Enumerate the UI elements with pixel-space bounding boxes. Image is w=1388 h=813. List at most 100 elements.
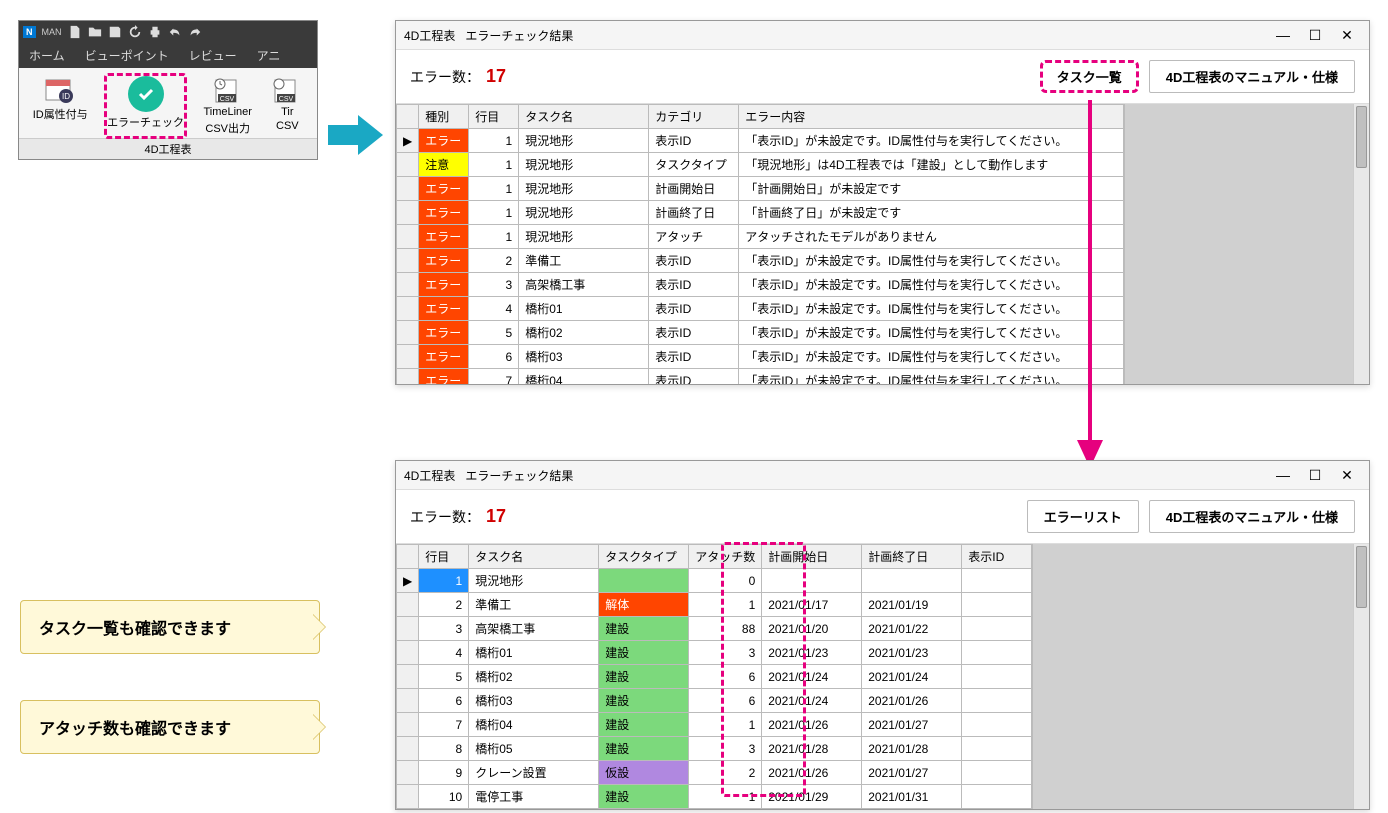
table-row[interactable]: エラー2準備工表示ID「表示ID」が未設定です。ID属性付与を実行してください。 — [397, 249, 1124, 273]
table-row[interactable]: 3高架橋工事建設882021/01/202021/01/22 — [397, 617, 1032, 641]
table-row[interactable]: 8橋桁05建設32021/01/282021/01/28 — [397, 737, 1032, 761]
open-folder-icon[interactable] — [88, 25, 102, 39]
table-row[interactable]: 9クレーン設置仮設22021/01/262021/01/27 — [397, 761, 1032, 785]
row-num-cell: 1 — [469, 201, 519, 225]
manual-button[interactable]: 4D工程表のマニュアル・仕様 — [1149, 500, 1355, 533]
task-cell: 現況地形 — [469, 569, 599, 593]
message-cell: 「計画終了日」が未設定です — [739, 201, 1124, 225]
error-grid[interactable]: 種別行目タスク名カテゴリエラー内容▶エラー1現況地形表示ID「表示ID」が未設定… — [396, 104, 1124, 384]
col-header[interactable]: アタッチ数 — [689, 545, 762, 569]
table-row[interactable]: 10電停工事建設12021/01/292021/01/31 — [397, 785, 1032, 809]
category-cell: 表示ID — [649, 129, 739, 153]
close-button[interactable]: ✕ — [1333, 25, 1361, 45]
task-grid-wrap: 行目タスク名タスクタイプアタッチ数計画開始日計画終了日表示ID▶1現況地形02準… — [396, 544, 1369, 809]
table-row[interactable]: ▶エラー1現況地形表示ID「表示ID」が未設定です。ID属性付与を実行してくださ… — [397, 129, 1124, 153]
start-cell: 2021/01/28 — [762, 737, 862, 761]
col-header[interactable]: 行目 — [469, 105, 519, 129]
col-header[interactable]: 計画終了日 — [862, 545, 962, 569]
end-cell: 2021/01/23 — [862, 641, 962, 665]
svg-text:CSV: CSV — [279, 96, 294, 103]
table-row[interactable]: 注意1現況地形タスクタイプ「現況地形」は4D工程表では「建設」として動作します — [397, 153, 1124, 177]
tab-viewpoint[interactable]: ビューポイント — [75, 43, 179, 68]
table-row[interactable]: 7橋桁04建設12021/01/262021/01/27 — [397, 713, 1032, 737]
timeliner-csv-button[interactable]: CSV TimeLiner CSV出力 — [203, 76, 252, 136]
print-icon[interactable] — [148, 25, 162, 39]
end-cell: 2021/01/27 — [862, 761, 962, 785]
end-cell: 2021/01/24 — [862, 665, 962, 689]
row-num-cell: 5 — [469, 321, 519, 345]
type-cell: エラー — [419, 321, 469, 345]
task-cell: 橋桁02 — [469, 665, 599, 689]
task-grid[interactable]: 行目タスク名タスクタイプアタッチ数計画開始日計画終了日表示ID▶1現況地形02準… — [396, 544, 1032, 809]
message-cell: 「表示ID」が未設定です。ID属性付与を実行してください。 — [739, 297, 1124, 321]
dispid-cell — [962, 569, 1032, 593]
table-row[interactable]: 2準備工解体12021/01/172021/01/19 — [397, 593, 1032, 617]
table-row[interactable]: エラー5橋桁02表示ID「表示ID」が未設定です。ID属性付与を実行してください… — [397, 321, 1124, 345]
task-cell: 現況地形 — [519, 153, 649, 177]
col-header[interactable]: タスク名 — [469, 545, 599, 569]
task-cell: 橋桁01 — [469, 641, 599, 665]
table-row[interactable]: 5橋桁02建設62021/01/242021/01/24 — [397, 665, 1032, 689]
start-cell: 2021/01/23 — [762, 641, 862, 665]
quick-access-toolbar: N MAN — [19, 21, 317, 43]
app-logo-icon: N — [23, 26, 36, 38]
tab-home[interactable]: ホーム — [19, 43, 75, 68]
table-row[interactable]: エラー1現況地形計画開始日「計画開始日」が未設定です — [397, 177, 1124, 201]
new-file-icon[interactable] — [68, 25, 82, 39]
row-num-cell: 10 — [419, 785, 469, 809]
tir-csv-button[interactable]: CSV Tir CSV — [271, 76, 303, 136]
undo-icon[interactable] — [168, 25, 182, 39]
col-header[interactable]: 計画開始日 — [762, 545, 862, 569]
type-cell: エラー — [419, 225, 469, 249]
type-cell: エラー — [419, 297, 469, 321]
col-header[interactable]: 種別 — [419, 105, 469, 129]
tab-ani[interactable]: アニ — [247, 43, 291, 68]
checkmark-icon — [128, 76, 164, 112]
maximize-button[interactable]: ☐ — [1301, 465, 1329, 485]
save-icon[interactable] — [108, 25, 122, 39]
close-button[interactable]: ✕ — [1333, 465, 1361, 485]
manual-button[interactable]: 4D工程表のマニュアル・仕様 — [1149, 60, 1355, 93]
category-cell: 計画終了日 — [649, 201, 739, 225]
window-titlebar: 4D工程表 エラーチェック結果 — ☐ ✕ — [396, 21, 1369, 50]
task-cell: 現況地形 — [519, 201, 649, 225]
task-list-button[interactable]: タスク一覧 — [1040, 60, 1139, 93]
error-list-button[interactable]: エラーリスト — [1027, 500, 1139, 533]
scrollbar[interactable] — [1353, 104, 1369, 384]
refresh-icon[interactable] — [128, 25, 142, 39]
table-row[interactable]: エラー7橋桁04表示ID「表示ID」が未設定です。ID属性付与を実行してください… — [397, 369, 1124, 385]
col-header[interactable]: 行目 — [419, 545, 469, 569]
attach-cell: 3 — [689, 737, 762, 761]
col-header[interactable]: タスク名 — [519, 105, 649, 129]
error-check-button[interactable]: エラーチェック — [104, 73, 187, 139]
type-cell: 注意 — [419, 153, 469, 177]
tasktype-cell: 建設 — [599, 665, 689, 689]
redo-icon[interactable] — [188, 25, 202, 39]
col-header[interactable]: エラー内容 — [739, 105, 1124, 129]
csv-icon: CSV — [271, 76, 303, 104]
ribbon-tabs: ホーム ビューポイント レビュー アニ — [19, 43, 317, 68]
minimize-button[interactable]: — — [1269, 465, 1297, 485]
table-row[interactable]: エラー6橋桁03表示ID「表示ID」が未設定です。ID属性付与を実行してください… — [397, 345, 1124, 369]
calendar-id-icon: ID — [44, 76, 76, 104]
id-assign-button[interactable]: ID ID属性付与 — [33, 76, 88, 136]
table-row[interactable]: 6橋桁03建設62021/01/242021/01/26 — [397, 689, 1032, 713]
scrollbar[interactable] — [1353, 544, 1369, 809]
col-header[interactable]: 表示ID — [962, 545, 1032, 569]
table-row[interactable]: エラー1現況地形計画終了日「計画終了日」が未設定です — [397, 201, 1124, 225]
table-row[interactable]: エラー3高架橋工事表示ID「表示ID」が未設定です。ID属性付与を実行してくださ… — [397, 273, 1124, 297]
table-row[interactable]: エラー4橋桁01表示ID「表示ID」が未設定です。ID属性付与を実行してください… — [397, 297, 1124, 321]
table-row[interactable]: エラー1現況地形アタッチアタッチされたモデルがありません — [397, 225, 1124, 249]
table-row[interactable]: 4橋桁01建設32021/01/232021/01/23 — [397, 641, 1032, 665]
tasktype-cell: 建設 — [599, 713, 689, 737]
table-row[interactable]: ▶1現況地形0 — [397, 569, 1032, 593]
task-list-window: 4D工程表 エラーチェック結果 — ☐ ✕ エラー数：17 エラーリスト 4D工… — [395, 460, 1370, 810]
minimize-button[interactable]: — — [1269, 25, 1297, 45]
task-cell: 準備工 — [469, 593, 599, 617]
dispid-cell — [962, 593, 1032, 617]
tab-review[interactable]: レビュー — [179, 43, 247, 68]
col-header[interactable]: カテゴリ — [649, 105, 739, 129]
maximize-button[interactable]: ☐ — [1301, 25, 1329, 45]
end-cell: 2021/01/27 — [862, 713, 962, 737]
col-header[interactable]: タスクタイプ — [599, 545, 689, 569]
